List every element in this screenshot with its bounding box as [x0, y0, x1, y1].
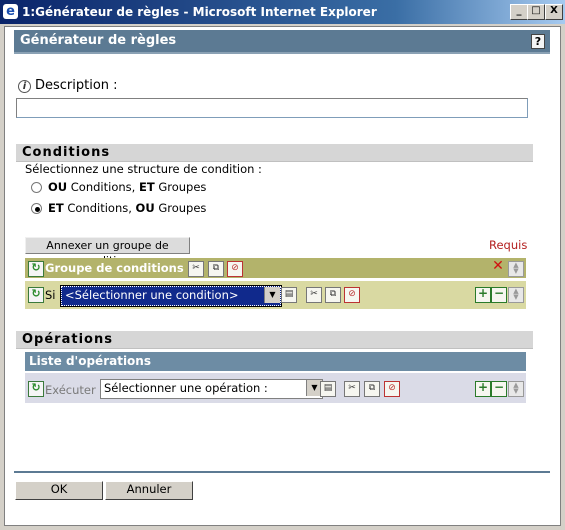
condition-group-row: ↻ Groupe de conditions 1 ✂ ⧉ ⊘ ✕ ▲ ▼ [25, 258, 526, 278]
condition-select[interactable]: <Sélectionner une condition> ▼ [60, 285, 282, 307]
maximize-button[interactable]: □ [527, 4, 545, 20]
page-header: Générateur de règles [14, 30, 550, 54]
ok-button[interactable]: OK [15, 481, 103, 500]
operation-row: ↻ Exécuter Sélectionner une opération : … [25, 373, 526, 403]
radio-label-or-conditions: OU Conditions, ET Groupes [48, 180, 207, 194]
operation-select-value: Sélectionner une opération : [104, 381, 268, 395]
condition-row: ↻ Si <Sélectionner une condition> ▼ ▤ ✂ … [25, 281, 526, 309]
move-arrows-icon[interactable]: ▲ ▼ [508, 287, 524, 303]
refresh-icon[interactable]: ↻ [28, 287, 44, 303]
delete-icon[interactable]: ⊘ [384, 381, 400, 397]
remove-condition-icon[interactable]: − [491, 287, 507, 303]
refresh-icon[interactable]: ↻ [28, 261, 44, 277]
radio-and-conditions[interactable] [31, 203, 42, 214]
append-condition-group-button[interactable]: Annexer un groupe de conditions [25, 237, 190, 267]
window-title-bar: e 1:Générateur de règles - Microsoft Int… [0, 0, 565, 24]
structure-label: Sélectionnez une structure de condition … [25, 162, 262, 176]
close-button[interactable]: X [545, 4, 563, 20]
copy-icon[interactable]: ⧉ [325, 287, 341, 303]
copy-icon[interactable]: ⧉ [208, 261, 224, 277]
refresh-icon[interactable]: ↻ [28, 381, 44, 397]
chevron-down-icon: ▼ [264, 287, 280, 303]
description-label: Description : [35, 78, 118, 93]
conditions-section-title: Conditions [16, 144, 533, 162]
page-title: Générateur de règles [20, 33, 177, 48]
remove-operation-icon[interactable]: − [491, 381, 507, 397]
add-operation-icon[interactable]: + [475, 381, 491, 397]
delete-icon[interactable]: ⊘ [227, 261, 243, 277]
info-icon: i [18, 80, 31, 93]
editor-icon[interactable]: ▤ [320, 381, 336, 397]
operations-section-title: Opérations [16, 331, 533, 349]
operations-list-header: Liste d'opérations [25, 352, 526, 371]
editor-icon[interactable]: ▤ [281, 287, 297, 303]
help-icon[interactable]: ? [531, 34, 545, 49]
cut-icon[interactable]: ✂ [344, 381, 360, 397]
radio-or-conditions[interactable] [31, 182, 42, 193]
delete-icon[interactable]: ⊘ [344, 287, 360, 303]
operation-select[interactable]: Sélectionner une opération : ▼ [100, 379, 323, 399]
footer-divider [14, 471, 550, 473]
required-label: Requis [489, 238, 528, 252]
condition-group-label: Groupe de conditions 1 [45, 261, 196, 275]
execute-label: Exécuter [45, 383, 96, 397]
condition-select-value: <Sélectionner une condition> [65, 288, 239, 302]
minimize-button[interactable]: _ [510, 4, 528, 20]
move-arrows-icon[interactable]: ▲ ▼ [508, 381, 524, 397]
if-label: Si [45, 288, 56, 302]
add-condition-icon[interactable]: + [475, 287, 491, 303]
cancel-button[interactable]: Annuler [105, 481, 193, 500]
cut-icon[interactable]: ✂ [306, 287, 322, 303]
internet-explorer-icon: e [3, 4, 18, 19]
move-arrows-icon[interactable]: ▲ ▼ [508, 261, 524, 277]
radio-label-and-conditions: ET Conditions, OU Groupes [48, 201, 207, 215]
remove-group-icon[interactable]: ✕ [491, 259, 505, 274]
cut-icon[interactable]: ✂ [188, 261, 204, 277]
copy-icon[interactable]: ⧉ [364, 381, 380, 397]
description-input[interactable] [16, 98, 528, 118]
window-title: 1:Générateur de règles - Microsoft Inter… [22, 5, 377, 19]
